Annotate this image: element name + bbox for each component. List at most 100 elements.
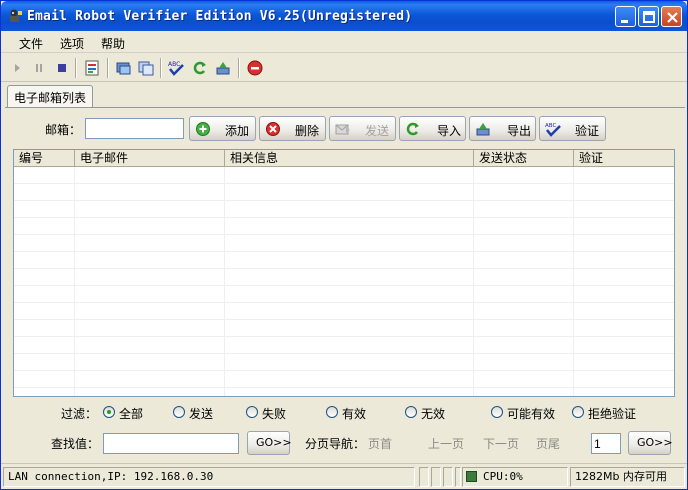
table-row[interactable] bbox=[14, 218, 674, 235]
delete-button[interactable]: 删除 bbox=[259, 116, 326, 141]
table-row[interactable] bbox=[14, 388, 674, 396]
table-body[interactable] bbox=[14, 167, 674, 396]
menu-file[interactable]: 文件 bbox=[19, 35, 43, 52]
filter-label-invalid[interactable]: 无效 bbox=[421, 405, 445, 422]
export-icon[interactable] bbox=[214, 59, 232, 77]
table-row[interactable] bbox=[14, 269, 674, 286]
status-cpu-pane: CPU:0% bbox=[462, 467, 568, 487]
table-cell bbox=[574, 337, 674, 353]
import-button[interactable]: 导入 bbox=[399, 116, 466, 141]
verify-button[interactable]: ABC 验证 bbox=[539, 116, 606, 141]
menu-help[interactable]: 帮助 bbox=[101, 35, 125, 52]
copy-icon[interactable] bbox=[137, 59, 155, 77]
status-spacer bbox=[443, 467, 453, 487]
import-list-icon[interactable] bbox=[83, 59, 101, 77]
filter-radio-failed[interactable] bbox=[246, 406, 258, 418]
page-number-input[interactable] bbox=[591, 433, 621, 454]
table-row[interactable] bbox=[14, 201, 674, 218]
table-cell bbox=[225, 184, 474, 200]
table-cell bbox=[474, 252, 574, 268]
table-row[interactable] bbox=[14, 354, 674, 371]
filter-radio-valid[interactable] bbox=[326, 406, 338, 418]
column-header-send-status[interactable]: 发送状态 bbox=[474, 150, 574, 167]
filter-radio-invalid[interactable] bbox=[405, 406, 417, 418]
table-row[interactable] bbox=[14, 235, 674, 252]
filter-label-all[interactable]: 全部 bbox=[119, 405, 143, 422]
table-cell bbox=[225, 388, 474, 396]
filter-radio-all[interactable] bbox=[103, 406, 115, 418]
email-label: 邮箱： bbox=[45, 123, 82, 137]
table-cell bbox=[225, 320, 474, 336]
toolbar-separator bbox=[238, 58, 240, 78]
column-header-id[interactable]: 编号 bbox=[14, 150, 75, 167]
pause-icon[interactable] bbox=[30, 59, 48, 77]
send-button[interactable]: 发送 bbox=[329, 116, 396, 141]
close-button[interactable] bbox=[661, 6, 682, 27]
title-bar[interactable]: Email Robot Verifier Edition V6.25(Unreg… bbox=[1, 1, 687, 31]
table-row[interactable] bbox=[14, 371, 674, 388]
table-cell bbox=[574, 201, 674, 217]
column-header-email[interactable]: 电子邮件 bbox=[75, 150, 225, 167]
add-button-label: 添加 bbox=[225, 124, 250, 138]
stop-icon[interactable] bbox=[53, 59, 71, 77]
table-row[interactable] bbox=[14, 320, 674, 337]
filter-radio-maybe-valid[interactable] bbox=[491, 406, 503, 418]
table-row[interactable] bbox=[14, 337, 674, 354]
table-cell bbox=[474, 303, 574, 319]
filter-label-maybe-valid[interactable]: 可能有效 bbox=[507, 405, 555, 422]
table-cell bbox=[75, 167, 225, 183]
page-go-button[interactable]: GO>> bbox=[628, 431, 673, 455]
table-cell bbox=[14, 252, 75, 268]
table-cell bbox=[75, 218, 225, 234]
column-header-info[interactable]: 相关信息 bbox=[225, 150, 474, 167]
table-cell bbox=[14, 337, 75, 353]
pager-last-link[interactable]: 页尾 bbox=[536, 435, 560, 452]
window-title: Email Robot Verifier Edition V6.25(Unreg… bbox=[27, 9, 413, 24]
send-button-label: 发送 bbox=[365, 124, 390, 138]
table-cell bbox=[574, 252, 674, 268]
table-row[interactable] bbox=[14, 252, 674, 269]
table-cell bbox=[474, 371, 574, 387]
play-icon[interactable] bbox=[9, 59, 27, 77]
table-row[interactable] bbox=[14, 167, 674, 184]
verify-icon[interactable]: ABC bbox=[167, 59, 185, 77]
table-cell bbox=[474, 354, 574, 370]
table-cell bbox=[474, 388, 574, 396]
search-input[interactable] bbox=[103, 433, 239, 454]
filter-label-failed[interactable]: 失败 bbox=[262, 405, 286, 422]
toolbar-separator bbox=[75, 58, 77, 78]
pager-first-link[interactable]: 页首 bbox=[368, 435, 392, 452]
filter-radio-sent[interactable] bbox=[173, 406, 185, 418]
minimize-button[interactable] bbox=[615, 6, 636, 27]
filter-label-refused[interactable]: 拒绝验证 bbox=[588, 405, 636, 422]
pager-prev-link[interactable]: 上一页 bbox=[428, 435, 464, 452]
export-button-label: 导出 bbox=[507, 124, 532, 138]
filter-radio-refused[interactable] bbox=[572, 406, 584, 418]
email-table[interactable]: 编号 电子邮件 相关信息 发送状态 验证 bbox=[13, 149, 675, 397]
maximize-button[interactable] bbox=[638, 6, 659, 27]
filter-label-sent[interactable]: 发送 bbox=[189, 405, 213, 422]
table-cell bbox=[574, 218, 674, 234]
table-row[interactable] bbox=[14, 184, 674, 201]
table-cell bbox=[225, 167, 474, 183]
table-cell bbox=[474, 184, 574, 200]
table-cell bbox=[225, 252, 474, 268]
tab-email-list[interactable]: 电子邮箱列表 bbox=[7, 85, 93, 108]
search-go-button[interactable]: GO>> bbox=[247, 431, 292, 455]
delete-icon[interactable] bbox=[246, 59, 264, 77]
table-cell bbox=[14, 388, 75, 396]
add-icon bbox=[196, 122, 210, 136]
menu-options[interactable]: 选项 bbox=[60, 35, 84, 52]
table-row[interactable] bbox=[14, 286, 674, 303]
filter-label-valid[interactable]: 有效 bbox=[342, 405, 366, 422]
refresh-icon[interactable] bbox=[191, 59, 209, 77]
pager-next-link[interactable]: 下一页 bbox=[483, 435, 519, 452]
table-cell bbox=[14, 303, 75, 319]
email-input[interactable] bbox=[85, 118, 184, 139]
table-cell bbox=[75, 371, 225, 387]
add-button[interactable]: 添加 bbox=[189, 116, 256, 141]
table-row[interactable] bbox=[14, 303, 674, 320]
column-header-verify[interactable]: 验证 bbox=[574, 150, 674, 167]
send-icon[interactable] bbox=[115, 59, 133, 77]
export-button[interactable]: 导出 bbox=[469, 116, 536, 141]
